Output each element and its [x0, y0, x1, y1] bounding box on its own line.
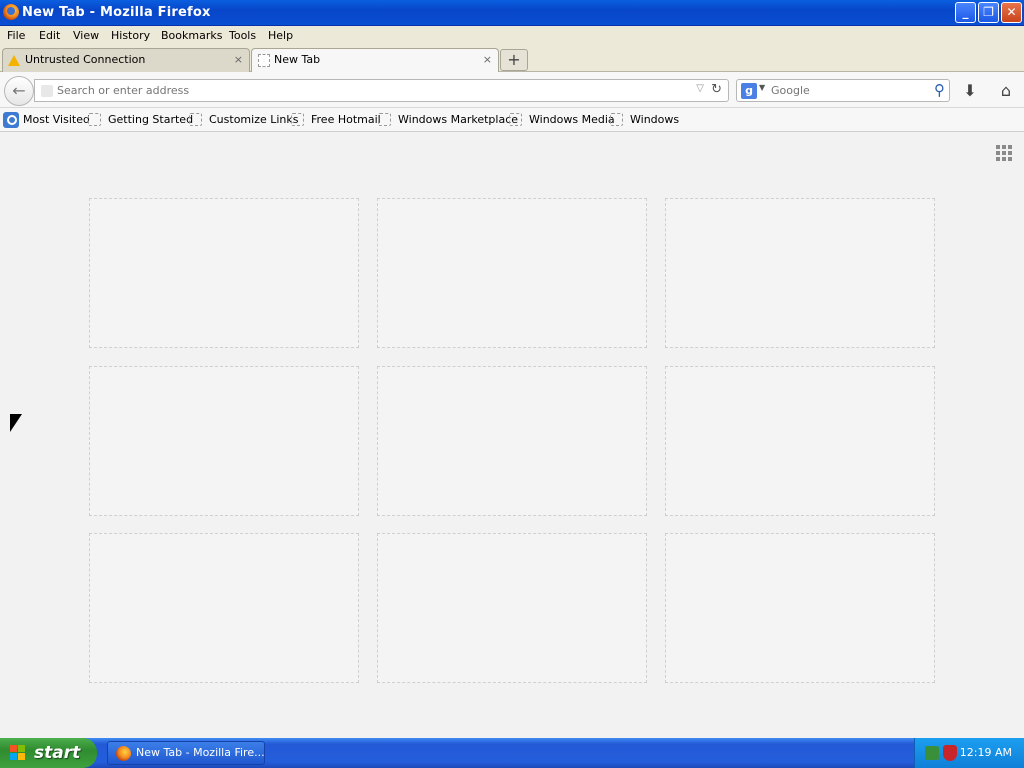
firefox-window: New Tab - Mozilla Firefox _ ❐ ✕ File Edi… — [0, 0, 1024, 738]
clock[interactable]: 12:19 AM — [960, 746, 1012, 759]
page-icon — [189, 113, 202, 126]
tab-close-icon[interactable]: × — [483, 49, 492, 71]
tab-new-tab[interactable]: New Tab × — [251, 48, 499, 73]
security-shield-icon[interactable] — [943, 745, 957, 761]
bookmark-label: Most Visited — [23, 113, 90, 126]
mouse-cursor — [10, 414, 22, 432]
engine-dropdown-icon[interactable]: ▼ — [759, 83, 765, 92]
bookmark-windows[interactable]: Windows — [610, 112, 679, 128]
menu-bookmarks[interactable]: Bookmarks — [161, 29, 222, 42]
site-tile[interactable] — [377, 198, 647, 348]
start-label: start — [34, 743, 81, 763]
site-tile[interactable] — [89, 533, 359, 683]
site-tile[interactable] — [89, 366, 359, 516]
site-identity-icon[interactable] — [41, 85, 53, 97]
menu-edit[interactable]: Edit — [39, 29, 60, 42]
menu-tools[interactable]: Tools — [229, 29, 256, 42]
firefox-icon — [116, 746, 131, 761]
menu-bar: File Edit View History Bookmarks Tools H… — [0, 26, 1024, 46]
grid-toggle-icon[interactable] — [996, 145, 1012, 161]
new-tab-page — [0, 133, 1024, 738]
windows-taskbar: start New Tab - Mozilla Fire... 12:19 AM — [0, 738, 1024, 768]
close-button[interactable]: ✕ — [1001, 2, 1022, 23]
menu-help[interactable]: Help — [268, 29, 293, 42]
page-icon — [610, 113, 623, 126]
page-icon — [291, 113, 304, 126]
bookmarks-toolbar: Most Visited Getting Started Customize L… — [0, 108, 1024, 132]
bookmark-windows-marketplace[interactable]: Windows Marketplace — [378, 112, 518, 128]
new-tab-button[interactable]: + — [500, 49, 528, 71]
tab-label: New Tab — [274, 53, 321, 66]
taskbar-firefox-button[interactable]: New Tab - Mozilla Fire... — [107, 741, 265, 765]
page-icon — [509, 113, 522, 126]
site-tile[interactable] — [665, 366, 935, 516]
bookmark-label: Customize Links — [209, 113, 299, 126]
warning-icon — [8, 55, 20, 66]
bookmark-label: Getting Started — [108, 113, 194, 126]
site-tile[interactable] — [377, 366, 647, 516]
search-input[interactable] — [771, 84, 921, 97]
search-bar[interactable]: g ▼ ⚲ — [736, 79, 950, 102]
tab-strip: Untrusted Connection × New Tab × + — [0, 46, 1024, 73]
magnifier-icon[interactable]: ⚲ — [934, 81, 945, 99]
url-bar[interactable]: ▽ ↻ — [34, 79, 729, 102]
title-bar[interactable]: New Tab - Mozilla Firefox _ ❐ ✕ — [0, 0, 1024, 26]
bookmark-label: Free Hotmail — [311, 113, 381, 126]
tab-label: Untrusted Connection — [25, 53, 146, 66]
network-icon[interactable] — [925, 746, 939, 760]
menu-history[interactable]: History — [111, 29, 150, 42]
bookmark-label: Windows — [630, 113, 680, 126]
blank-page-icon — [258, 54, 270, 67]
site-tile[interactable] — [89, 198, 359, 348]
menu-file[interactable]: File — [7, 29, 25, 42]
task-label: New Tab - Mozilla Fire... — [136, 746, 265, 759]
tab-close-icon[interactable]: × — [234, 49, 243, 71]
start-button[interactable]: start — [0, 738, 97, 768]
bookmark-windows-media[interactable]: Windows Media — [509, 112, 615, 128]
minimize-button[interactable]: _ — [955, 2, 976, 23]
downloads-icon[interactable]: ⬇ — [960, 81, 980, 101]
page-icon — [378, 113, 391, 126]
google-engine-icon[interactable]: g — [741, 83, 757, 99]
firefox-icon — [3, 4, 19, 20]
bookmark-label: Windows Media — [529, 113, 615, 126]
most-visited-icon — [3, 112, 19, 128]
back-button[interactable]: ← — [4, 76, 34, 106]
home-icon[interactable]: ⌂ — [996, 81, 1016, 101]
url-input[interactable] — [57, 84, 677, 97]
restore-button[interactable]: ❐ — [978, 2, 999, 23]
site-tile[interactable] — [377, 533, 647, 683]
bookmark-customize-links[interactable]: Customize Links — [189, 112, 299, 128]
url-history-dropdown-icon[interactable]: ▽ — [696, 83, 704, 94]
site-tile[interactable] — [665, 533, 935, 683]
site-tile[interactable] — [665, 198, 935, 348]
bookmark-getting-started[interactable]: Getting Started — [88, 112, 193, 128]
system-tray: 12:19 AM — [914, 738, 1024, 768]
menu-view[interactable]: View — [73, 29, 99, 42]
bookmark-free-hotmail[interactable]: Free Hotmail — [291, 112, 381, 128]
bookmark-label: Windows Marketplace — [398, 113, 519, 126]
navigation-toolbar: ← ▽ ↻ g ▼ ⚲ ⬇ ⌂ — [0, 72, 1024, 108]
window-title: New Tab - Mozilla Firefox — [22, 5, 211, 20]
page-icon — [88, 113, 101, 126]
bookmark-most-visited[interactable]: Most Visited — [3, 112, 90, 128]
reload-icon[interactable]: ↻ — [711, 82, 722, 97]
windows-logo-icon — [10, 745, 26, 761]
tab-untrusted-connection[interactable]: Untrusted Connection × — [2, 48, 250, 72]
